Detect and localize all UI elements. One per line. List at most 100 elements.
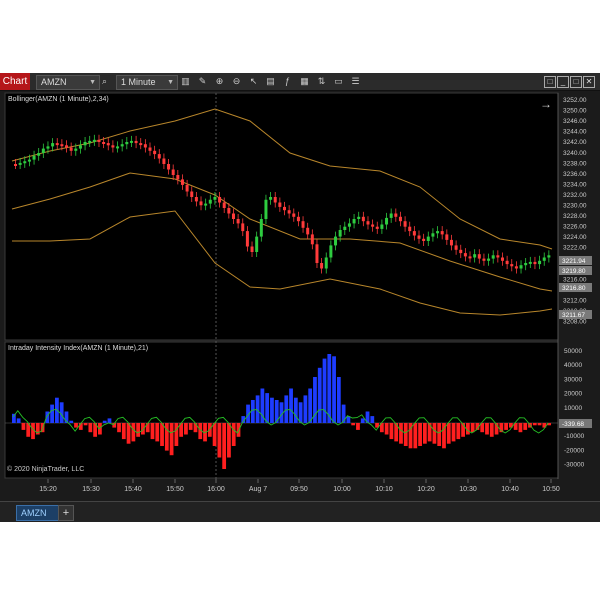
iii-bar xyxy=(236,423,241,437)
candle-body xyxy=(171,169,175,175)
candle-body xyxy=(324,257,328,269)
candle-body xyxy=(18,162,22,165)
close-button[interactable]: ✕ xyxy=(583,76,595,88)
minimize-button[interactable]: _ xyxy=(557,76,569,88)
cursor-icon[interactable]: ↖ xyxy=(248,76,259,87)
candle-body xyxy=(320,263,324,269)
iii-bar xyxy=(74,423,78,428)
iii-bar xyxy=(351,423,356,426)
arrow-right-icon[interactable]: → xyxy=(540,97,552,111)
iii-bar xyxy=(126,423,131,444)
zoom-out-icon[interactable]: ⊖ xyxy=(231,76,242,87)
candle-body xyxy=(231,213,235,219)
iii-tick-label: 30000 xyxy=(564,376,582,383)
indicators-icon[interactable]: ƒ xyxy=(282,76,293,87)
price-tick-label: 3224.00 xyxy=(563,234,587,241)
candle-body xyxy=(176,175,180,180)
iii-bar xyxy=(59,402,64,423)
price-badge-text: 3219.80 xyxy=(562,268,586,275)
add-tab-button[interactable]: + xyxy=(58,505,74,521)
iii-tick-label: -20000 xyxy=(564,447,585,454)
candle-body xyxy=(218,197,222,203)
candle-body xyxy=(23,161,27,164)
candle-body xyxy=(134,140,138,144)
candle-body xyxy=(41,148,45,153)
candle-body xyxy=(88,140,92,143)
iii-bar xyxy=(184,423,188,435)
instrument-tab-amzn[interactable]: AMZN xyxy=(16,505,62,521)
iii-bar xyxy=(360,418,365,423)
candle-body xyxy=(352,219,356,224)
time-tick-label: 16:00 xyxy=(207,486,225,493)
iii-bar xyxy=(308,388,313,423)
iii-bar xyxy=(298,402,303,423)
iii-bar xyxy=(155,423,160,442)
data-box-icon[interactable]: ▭ xyxy=(333,76,344,87)
candle-body xyxy=(412,231,416,236)
properties-icon[interactable]: ▤ xyxy=(265,76,276,87)
chart-tab-label[interactable]: Chart xyxy=(0,73,30,90)
list-icon[interactable]: ☰ xyxy=(350,76,361,87)
iii-bar xyxy=(121,423,126,440)
chart-toolbar: Chart AMZN ▼ ⌕ 1 Minute ▼ ▥ ✎ ⊕ ⊖ ↖ ▤ ƒ … xyxy=(0,73,600,91)
iii-bar xyxy=(193,423,198,433)
iii-bar xyxy=(250,400,255,423)
candle-body xyxy=(32,155,36,160)
iii-bar xyxy=(518,423,523,433)
time-tick-label: 10:00 xyxy=(333,486,351,493)
iii-bar xyxy=(265,393,270,423)
candle-body xyxy=(292,213,296,217)
candle-body xyxy=(422,238,426,241)
candle-body xyxy=(417,235,421,239)
candle-body xyxy=(375,226,379,229)
candle-body xyxy=(524,263,528,266)
time-tick-label: 09:50 xyxy=(290,486,308,493)
candle-body xyxy=(310,234,314,245)
iii-bar xyxy=(332,356,336,423)
candle-body xyxy=(445,234,449,240)
iii-bar xyxy=(422,423,427,444)
candle-body xyxy=(14,164,17,166)
iii-bar xyxy=(131,423,136,442)
search-icon[interactable]: ⌕ xyxy=(99,76,110,87)
iii-bar xyxy=(341,404,346,423)
iii-bar xyxy=(413,423,418,449)
iii-bar xyxy=(532,423,537,426)
maximize-button[interactable]: □ xyxy=(570,76,582,88)
iii-bar xyxy=(50,404,55,423)
iii-tick-label: 50000 xyxy=(564,348,582,355)
iii-tick-label: 20000 xyxy=(564,391,582,398)
candle-body xyxy=(468,256,472,259)
candle-body xyxy=(408,226,412,232)
candle-body xyxy=(194,197,198,202)
zoom-in-icon[interactable]: ⊕ xyxy=(214,76,225,87)
candle-body xyxy=(343,226,347,230)
strategies-icon[interactable]: ▦ xyxy=(299,76,310,87)
candle-body xyxy=(482,258,486,261)
chart-trader-icon[interactable]: ⇅ xyxy=(316,76,327,87)
candle-body xyxy=(37,153,41,156)
iii-bar xyxy=(222,423,227,469)
iii-bar xyxy=(399,423,403,444)
candle-body xyxy=(185,184,189,192)
pencil-icon[interactable]: ✎ xyxy=(197,76,208,87)
copyright-text: © 2020 NinjaTrader, LLC xyxy=(7,465,84,473)
interval-selector[interactable]: 1 Minute ▼ xyxy=(116,75,178,90)
price-panel[interactable] xyxy=(4,92,559,341)
time-tick-label: 15:30 xyxy=(82,486,100,493)
candle-body xyxy=(157,154,161,159)
iii-bar xyxy=(384,423,389,435)
iii-bar xyxy=(317,367,322,423)
candle-body xyxy=(180,179,184,185)
chart-canvas[interactable]: Bollinger(AMZN (1 Minute),2,34) Intraday… xyxy=(0,91,600,501)
time-tick-label: 10:10 xyxy=(375,486,393,493)
candle-body xyxy=(514,266,518,269)
price-panel-label: Bollinger(AMZN (1 Minute),2,34) xyxy=(8,96,109,103)
iii-bar xyxy=(446,423,451,444)
bar-type-icon[interactable]: ▥ xyxy=(180,76,191,87)
float-window-button[interactable]: □ xyxy=(544,76,556,88)
time-tick-label: 10:40 xyxy=(501,486,519,493)
candle-body xyxy=(92,139,96,142)
instrument-selector[interactable]: AMZN ▼ xyxy=(36,75,100,90)
candle-body xyxy=(361,216,365,222)
